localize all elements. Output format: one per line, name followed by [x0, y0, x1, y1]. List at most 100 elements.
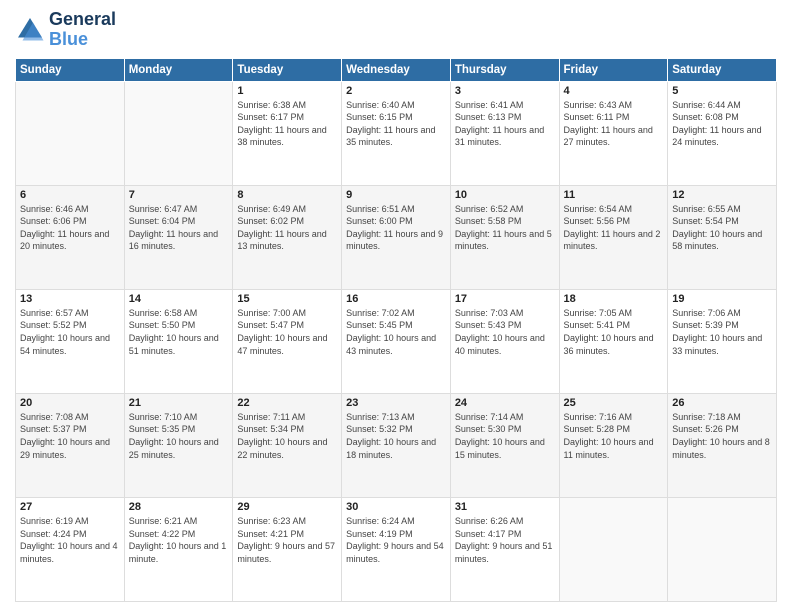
day-number: 27: [20, 501, 120, 513]
day-cell: 12 Sunrise: 6:55 AM Sunset: 5:54 PM Dayli…: [668, 185, 777, 289]
logo-text: General Blue: [49, 10, 116, 50]
day-info: Sunrise: 6:58 AM Sunset: 5:50 PM Dayligh…: [129, 307, 229, 357]
day-info: Sunrise: 6:23 AM Sunset: 4:21 PM Dayligh…: [237, 515, 337, 565]
day-info: Sunrise: 7:14 AM Sunset: 5:30 PM Dayligh…: [455, 411, 555, 461]
day-info: Sunrise: 6:21 AM Sunset: 4:22 PM Dayligh…: [129, 515, 229, 565]
day-cell: 1 Sunrise: 6:38 AM Sunset: 6:17 PM Daylig…: [233, 81, 342, 185]
weekday-header-friday: Friday: [559, 58, 668, 81]
day-cell: 20Sunrise: 7:08 AM Sunset: 5:37 PM Dayli…: [16, 393, 125, 497]
week-row-3: 13Sunrise: 6:57 AM Sunset: 5:52 PM Dayli…: [16, 289, 777, 393]
day-number: 21: [129, 397, 229, 409]
day-cell: 19Sunrise: 7:06 AM Sunset: 5:39 PM Dayli…: [668, 289, 777, 393]
day-number: 11: [564, 189, 664, 201]
day-cell: 23 Sunrise: 7:13 AM Sunset: 5:32 PM Dayli…: [342, 393, 451, 497]
day-number: 17: [455, 293, 555, 305]
weekday-header-thursday: Thursday: [450, 58, 559, 81]
day-number: 25: [564, 397, 664, 409]
header: General Blue: [15, 10, 777, 50]
day-cell: 22 Sunrise: 7:11 AM Sunset: 5:34 PM Dayli…: [233, 393, 342, 497]
day-info: Sunrise: 7:00 AM Sunset: 5:47 PM Dayligh…: [237, 307, 337, 357]
day-info: Sunrise: 6:55 AM Sunset: 5:54 PM Dayligh…: [672, 203, 772, 253]
day-cell: 11 Sunrise: 6:54 AM Sunset: 5:56 PM Dayli…: [559, 185, 668, 289]
day-info: Sunrise: 7:08 AM Sunset: 5:37 PM Dayligh…: [20, 411, 120, 461]
day-cell: 17 Sunrise: 7:03 AM Sunset: 5:43 PM Dayli…: [450, 289, 559, 393]
week-row-5: 27 Sunrise: 6:19 AM Sunset: 4:24 PM Dayli…: [16, 497, 777, 601]
day-info: Sunrise: 7:05 AM Sunset: 5:41 PM Dayligh…: [564, 307, 664, 357]
weekday-header-monday: Monday: [124, 58, 233, 81]
day-number: 1: [237, 85, 337, 97]
day-info: Sunrise: 6:46 AM Sunset: 6:06 PM Dayligh…: [20, 203, 120, 253]
day-number: 22: [237, 397, 337, 409]
day-number: 2: [346, 85, 446, 97]
day-cell: 24Sunrise: 7:14 AM Sunset: 5:30 PM Dayli…: [450, 393, 559, 497]
day-cell: [559, 497, 668, 601]
day-cell: [124, 81, 233, 185]
day-cell: 8 Sunrise: 6:49 AM Sunset: 6:02 PM Daylig…: [233, 185, 342, 289]
page: General Blue SundayMondayTuesdayWednesda…: [0, 0, 792, 612]
day-cell: 29 Sunrise: 6:23 AM Sunset: 4:21 PM Dayli…: [233, 497, 342, 601]
week-row-1: 1 Sunrise: 6:38 AM Sunset: 6:17 PM Daylig…: [16, 81, 777, 185]
day-number: 8: [237, 189, 337, 201]
day-info: Sunrise: 6:54 AM Sunset: 5:56 PM Dayligh…: [564, 203, 664, 253]
day-info: Sunrise: 7:03 AM Sunset: 5:43 PM Dayligh…: [455, 307, 555, 357]
day-info: Sunrise: 6:40 AM Sunset: 6:15 PM Dayligh…: [346, 99, 446, 149]
day-cell: 18 Sunrise: 7:05 AM Sunset: 5:41 PM Dayli…: [559, 289, 668, 393]
day-info: Sunrise: 6:57 AM Sunset: 5:52 PM Dayligh…: [20, 307, 120, 357]
day-info: Sunrise: 6:49 AM Sunset: 6:02 PM Dayligh…: [237, 203, 337, 253]
day-cell: 25 Sunrise: 7:16 AM Sunset: 5:28 PM Dayli…: [559, 393, 668, 497]
day-info: Sunrise: 7:16 AM Sunset: 5:28 PM Dayligh…: [564, 411, 664, 461]
day-number: 14: [129, 293, 229, 305]
day-info: Sunrise: 6:38 AM Sunset: 6:17 PM Dayligh…: [237, 99, 337, 149]
weekday-header-sunday: Sunday: [16, 58, 125, 81]
day-cell: [16, 81, 125, 185]
day-cell: 10 Sunrise: 6:52 AM Sunset: 5:58 PM Dayli…: [450, 185, 559, 289]
day-number: 4: [564, 85, 664, 97]
day-number: 10: [455, 189, 555, 201]
day-info: Sunrise: 6:52 AM Sunset: 5:58 PM Dayligh…: [455, 203, 555, 253]
day-number: 18: [564, 293, 664, 305]
day-number: 26: [672, 397, 772, 409]
day-cell: 4Sunrise: 6:43 AM Sunset: 6:11 PM Daylig…: [559, 81, 668, 185]
day-info: Sunrise: 6:19 AM Sunset: 4:24 PM Dayligh…: [20, 515, 120, 565]
calendar: SundayMondayTuesdayWednesdayThursdayFrid…: [15, 58, 777, 602]
day-number: 12: [672, 189, 772, 201]
day-cell: 21Sunrise: 7:10 AM Sunset: 5:35 PM Dayli…: [124, 393, 233, 497]
day-number: 7: [129, 189, 229, 201]
day-cell: 5 Sunrise: 6:44 AM Sunset: 6:08 PM Daylig…: [668, 81, 777, 185]
weekday-header-tuesday: Tuesday: [233, 58, 342, 81]
day-cell: 15 Sunrise: 7:00 AM Sunset: 5:47 PM Dayli…: [233, 289, 342, 393]
day-info: Sunrise: 7:13 AM Sunset: 5:32 PM Dayligh…: [346, 411, 446, 461]
day-cell: 6 Sunrise: 6:46 AM Sunset: 6:06 PM Daylig…: [16, 185, 125, 289]
week-row-2: 6 Sunrise: 6:46 AM Sunset: 6:06 PM Daylig…: [16, 185, 777, 289]
day-cell: 14 Sunrise: 6:58 AM Sunset: 5:50 PM Dayli…: [124, 289, 233, 393]
day-info: Sunrise: 7:18 AM Sunset: 5:26 PM Dayligh…: [672, 411, 772, 461]
day-info: Sunrise: 6:51 AM Sunset: 6:00 PM Dayligh…: [346, 203, 446, 253]
day-cell: 2 Sunrise: 6:40 AM Sunset: 6:15 PM Daylig…: [342, 81, 451, 185]
day-cell: 28 Sunrise: 6:21 AM Sunset: 4:22 PM Dayli…: [124, 497, 233, 601]
day-cell: 31 Sunrise: 6:26 AM Sunset: 4:17 PM Dayli…: [450, 497, 559, 601]
day-cell: 30Sunrise: 6:24 AM Sunset: 4:19 PM Dayli…: [342, 497, 451, 601]
day-info: Sunrise: 7:02 AM Sunset: 5:45 PM Dayligh…: [346, 307, 446, 357]
day-info: Sunrise: 7:11 AM Sunset: 5:34 PM Dayligh…: [237, 411, 337, 461]
day-number: 23: [346, 397, 446, 409]
weekday-header-row: SundayMondayTuesdayWednesdayThursdayFrid…: [16, 58, 777, 81]
logo: General Blue: [15, 10, 116, 50]
day-cell: 7Sunrise: 6:47 AM Sunset: 6:04 PM Daylig…: [124, 185, 233, 289]
day-number: 5: [672, 85, 772, 97]
day-cell: 16Sunrise: 7:02 AM Sunset: 5:45 PM Dayli…: [342, 289, 451, 393]
day-cell: 13Sunrise: 6:57 AM Sunset: 5:52 PM Dayli…: [16, 289, 125, 393]
day-number: 31: [455, 501, 555, 513]
day-number: 6: [20, 189, 120, 201]
day-info: Sunrise: 6:24 AM Sunset: 4:19 PM Dayligh…: [346, 515, 446, 565]
day-number: 28: [129, 501, 229, 513]
weekday-header-saturday: Saturday: [668, 58, 777, 81]
day-cell: 3Sunrise: 6:41 AM Sunset: 6:13 PM Daylig…: [450, 81, 559, 185]
day-info: Sunrise: 6:26 AM Sunset: 4:17 PM Dayligh…: [455, 515, 555, 565]
day-cell: 9Sunrise: 6:51 AM Sunset: 6:00 PM Daylig…: [342, 185, 451, 289]
day-info: Sunrise: 7:06 AM Sunset: 5:39 PM Dayligh…: [672, 307, 772, 357]
day-info: Sunrise: 6:44 AM Sunset: 6:08 PM Dayligh…: [672, 99, 772, 149]
day-number: 29: [237, 501, 337, 513]
day-number: 15: [237, 293, 337, 305]
day-number: 3: [455, 85, 555, 97]
week-row-4: 20Sunrise: 7:08 AM Sunset: 5:37 PM Dayli…: [16, 393, 777, 497]
